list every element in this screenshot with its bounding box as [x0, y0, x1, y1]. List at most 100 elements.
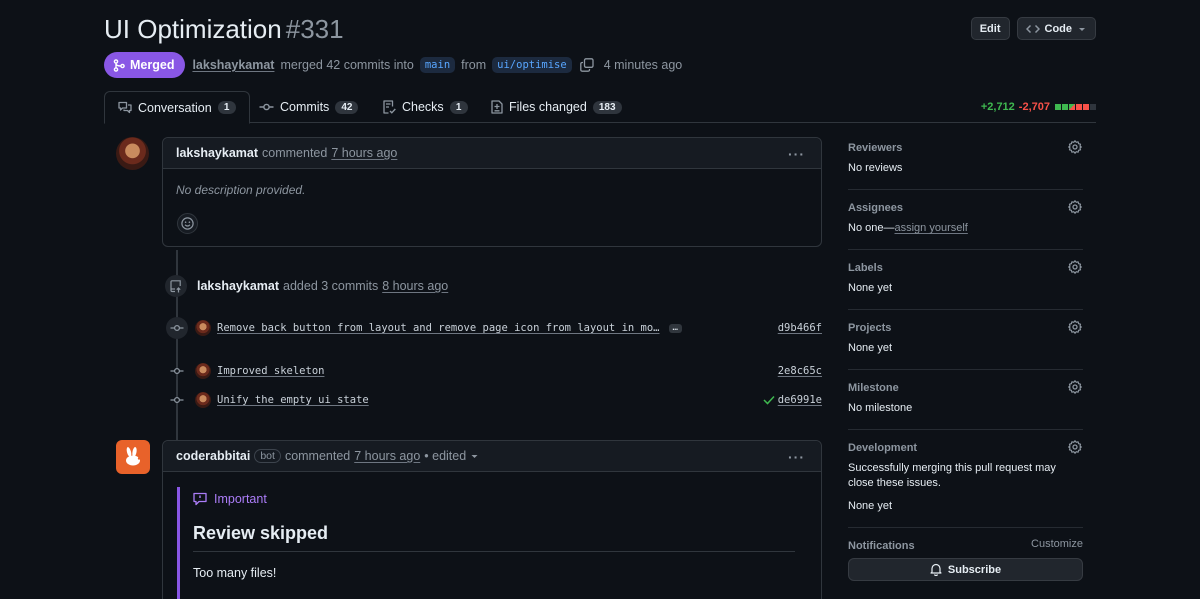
- diffstat: +2,712 -2,707: [981, 101, 1096, 113]
- assign-yourself-link[interactable]: assign yourself: [894, 222, 967, 234]
- development-value: None yet: [848, 500, 893, 512]
- development-gear-icon[interactable]: [1068, 440, 1082, 454]
- bot-comment-options-icon[interactable]: ···: [788, 449, 805, 465]
- commit-row: Improved skeleton 2e8c65c: [166, 361, 822, 381]
- from-text: from: [461, 58, 487, 72]
- assignees-value-prefix: No one—: [848, 222, 895, 234]
- base-branch[interactable]: main: [419, 57, 456, 73]
- pr-number: #331: [285, 14, 344, 44]
- repo-push-badge: [165, 275, 187, 297]
- commit-message[interactable]: Improved skeleton: [217, 365, 324, 377]
- comment-options-icon[interactable]: ···: [788, 146, 805, 162]
- tab-commits-count: 42: [335, 100, 359, 114]
- tab-files-changed-count: 183: [592, 100, 622, 114]
- commit-sha[interactable]: d9b466f: [778, 322, 822, 334]
- tab-checks-label: Checks: [402, 100, 444, 114]
- reviewers-section: Reviewers No reviews: [848, 130, 1083, 190]
- development-description: Successfully merging this pull request m…: [848, 462, 1056, 489]
- pr-author-link[interactable]: lakshaykamat: [192, 58, 274, 72]
- assignees-title: Assignees: [848, 202, 904, 214]
- comment-time[interactable]: 7 hours ago: [331, 146, 397, 160]
- copy-icon[interactable]: [579, 58, 594, 72]
- commits-event-author[interactable]: lakshaykamat: [197, 279, 279, 293]
- tab-conversation-label: Conversation: [138, 100, 212, 115]
- milestone-value: No milestone: [848, 402, 913, 414]
- commit-sha[interactable]: 2e8c65c: [778, 365, 822, 377]
- pr-tabs: Conversation 1 Commits 42 Checks 1 Files…: [104, 91, 1096, 124]
- commit-message[interactable]: Remove back button from layout and remov…: [217, 322, 660, 334]
- lakshaykamat-avatar[interactable]: [116, 137, 149, 170]
- bot-comment-header: coderabbitai bot commented 7 hours ago •…: [163, 441, 821, 472]
- checklist-icon: [383, 100, 396, 114]
- commit-node: [166, 366, 188, 376]
- merged-time: 4 minutes ago: [603, 58, 683, 72]
- git-commit-icon: [170, 367, 184, 375]
- reviewers-value: No reviews: [848, 162, 903, 174]
- milestone-title: Milestone: [848, 382, 899, 394]
- subscribe-label: Subscribe: [947, 563, 1002, 576]
- commit-message[interactable]: Unify the empty ui state: [217, 394, 369, 406]
- git-commit-icon: [170, 324, 184, 332]
- commits-event: lakshaykamat added 3 commits 8 hours ago: [165, 275, 448, 297]
- assignees-gear-icon[interactable]: [1068, 200, 1082, 214]
- labels-section: Labels None yet: [848, 250, 1083, 310]
- customize-link[interactable]: Customize: [1031, 538, 1083, 550]
- edited-dropdown[interactable]: • edited: [424, 449, 478, 463]
- bot-comment: coderabbitai bot commented 7 hours ago •…: [162, 440, 822, 599]
- commit-node: [166, 395, 188, 405]
- diffstat-bar: [1054, 101, 1096, 113]
- expand-commit-message-button[interactable]: …: [668, 323, 682, 333]
- projects-gear-icon[interactable]: [1068, 320, 1082, 334]
- add-reaction-button[interactable]: [177, 213, 198, 234]
- merged-badge-label: Merged: [130, 58, 175, 72]
- commit-author-avatar[interactable]: [195, 363, 211, 379]
- labels-title: Labels: [848, 262, 883, 274]
- bot-comment-time[interactable]: 7 hours ago: [354, 449, 420, 463]
- pr-meta: Merged lakshaykamat merged 42 commits in…: [104, 52, 682, 78]
- tab-commits-label: Commits: [280, 100, 330, 114]
- tab-conversation[interactable]: Conversation 1: [104, 91, 250, 124]
- coderabbitai-avatar[interactable]: [116, 440, 150, 474]
- git-merge-icon: [113, 58, 125, 72]
- head-branch[interactable]: ui/optimise: [492, 57, 572, 73]
- review-heading: Review skipped: [193, 523, 795, 552]
- tab-checks-count: 1: [449, 100, 468, 114]
- important-callout: Important Review skipped Too many files!: [177, 487, 795, 599]
- report-icon: [193, 492, 207, 506]
- pr-header: UI Optimization #331 Edit Code: [104, 12, 1096, 48]
- commit-author-avatar[interactable]: [195, 392, 211, 408]
- bot-author[interactable]: coderabbitai: [176, 449, 250, 463]
- tab-files-changed[interactable]: Files changed 183: [478, 91, 635, 123]
- development-section: Development Successfully merging this pu…: [848, 430, 1083, 528]
- projects-section: Projects None yet: [848, 310, 1083, 370]
- labels-value: None yet: [848, 282, 893, 294]
- development-title: Development: [848, 442, 918, 454]
- rabbit-icon: [126, 447, 141, 466]
- first-comment-header: lakshaykamat commented 7 hours ago: [163, 138, 821, 169]
- tab-conversation-count: 1: [217, 101, 236, 114]
- reviewers-gear-icon[interactable]: [1068, 140, 1082, 154]
- tab-checks[interactable]: Checks 1: [370, 91, 481, 123]
- commits-event-time[interactable]: 8 hours ago: [382, 279, 448, 293]
- edit-button[interactable]: Edit: [970, 17, 1010, 40]
- pr-sidebar: Reviewers No reviews Assignees No one—as…: [848, 130, 1083, 594]
- repo-push-icon: [170, 279, 181, 292]
- callout-label: Important: [214, 492, 267, 506]
- milestone-section: Milestone No milestone: [848, 370, 1083, 430]
- milestone-gear-icon[interactable]: [1068, 380, 1082, 394]
- comment-author[interactable]: lakshaykamat: [176, 146, 258, 160]
- git-commit-icon: [259, 103, 274, 111]
- review-body: Too many files!: [193, 566, 277, 580]
- commit-sha[interactable]: de6991e: [778, 394, 822, 406]
- commit-author-avatar[interactable]: [195, 320, 211, 336]
- bot-action: commented: [284, 449, 351, 463]
- tab-commits[interactable]: Commits 42: [246, 91, 371, 123]
- labels-gear-icon[interactable]: [1068, 260, 1082, 274]
- subscribe-button[interactable]: Subscribe: [848, 558, 1083, 581]
- commit-row: Remove back button from layout and remov…: [166, 317, 822, 339]
- check-success-icon[interactable]: [763, 395, 775, 405]
- commits-event-action: added 3 commits: [283, 279, 379, 293]
- callout-header: Important: [193, 492, 795, 506]
- code-button[interactable]: Code: [1016, 17, 1096, 40]
- code-button-label: Code: [1044, 22, 1073, 35]
